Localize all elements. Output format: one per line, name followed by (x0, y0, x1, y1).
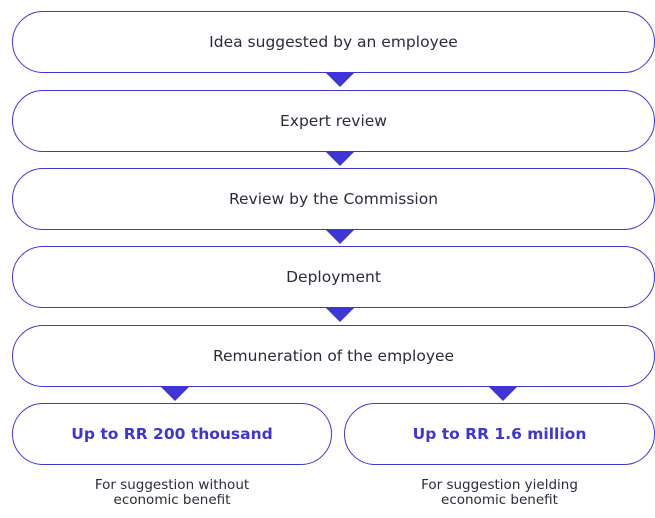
step-remuneration: Remuneration of the employee (12, 325, 655, 387)
step-label: Idea suggested by an employee (209, 33, 458, 51)
outcome-amount: Up to RR 200 thousand (71, 425, 273, 443)
step-label: Review by the Commission (228, 190, 439, 208)
step-deployment: Deployment (12, 246, 655, 308)
process-diagram: Idea suggested by an employee Expert rev… (0, 0, 655, 518)
step-idea-suggested: Idea suggested by an employee (12, 11, 655, 73)
down-arrow-icon (325, 72, 355, 87)
down-arrow-icon (488, 386, 518, 401)
down-arrow-icon (325, 307, 355, 322)
outcome-caption-with-benefit: For suggestion yielding economic benefit (421, 477, 578, 508)
step-commission-review: Review by the Commission (12, 168, 655, 230)
down-arrow-icon (325, 229, 355, 244)
down-arrow-icon (325, 151, 355, 166)
step-expert-review: Expert review (12, 90, 655, 152)
outcome-with-benefit: Up to RR 1.6 million (344, 403, 655, 465)
outcome-caption-without-benefit: For suggestion without economic benefit (94, 477, 250, 508)
step-label: Deployment (286, 268, 381, 286)
step-label: Remuneration of the employee (212, 347, 455, 365)
outcome-without-benefit: Up to RR 200 thousand (12, 403, 332, 465)
outcome-amount: Up to RR 1.6 million (412, 425, 587, 443)
step-label: Expert review (280, 112, 387, 130)
down-arrow-icon (160, 386, 190, 401)
